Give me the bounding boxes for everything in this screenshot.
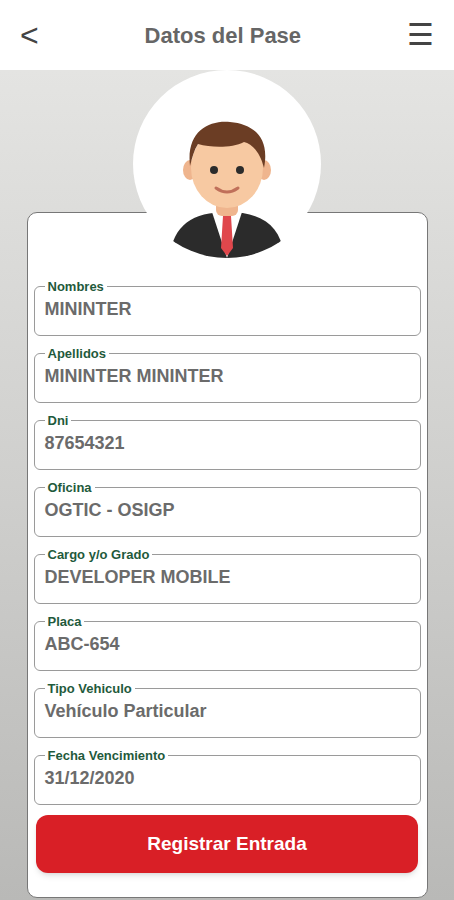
pass-field: Fecha Vencimiento31/12/2020	[34, 748, 421, 805]
field-value: MININTER MININTER	[45, 361, 410, 389]
field-label: Tipo Vehiculo	[45, 681, 135, 696]
back-button[interactable]: <	[20, 19, 39, 51]
field-label: Placa	[45, 614, 85, 629]
pass-field: ApellidosMININTER MININTER	[34, 346, 421, 403]
register-entry-button[interactable]: Registrar Entrada	[36, 815, 418, 873]
pass-field: Tipo VehiculoVehículo Particular	[34, 681, 421, 738]
field-label: Oficina	[45, 480, 95, 495]
pass-card: NombresMININTERApellidosMININTER MININTE…	[27, 212, 428, 898]
field-value: OGTIC - OSIGP	[45, 495, 410, 523]
field-label: Apellidos	[45, 346, 110, 361]
header-title: Datos del Pase	[145, 19, 302, 52]
pass-field: NombresMININTER	[34, 279, 421, 336]
field-value: 31/12/2020	[45, 763, 410, 791]
field-value: 87654321	[45, 428, 410, 456]
pass-field: OficinaOGTIC - OSIGP	[34, 480, 421, 537]
field-value: ABC-654	[45, 629, 410, 657]
menu-button[interactable]: ☰	[407, 20, 434, 50]
user-avatar-icon	[152, 108, 302, 258]
content: NombresMININTERApellidosMININTER MININTE…	[0, 70, 454, 900]
header: < Datos del Pase ☰	[0, 0, 454, 70]
field-label: Nombres	[45, 279, 107, 294]
field-value: MININTER	[45, 294, 410, 322]
field-value: DEVELOPER MOBILE	[45, 562, 410, 590]
field-value: Vehículo Particular	[45, 696, 410, 724]
field-label: Cargo y/o Grado	[45, 547, 153, 562]
pass-field: Cargo y/o GradoDEVELOPER MOBILE	[34, 547, 421, 604]
app: < Datos del Pase ☰ NombresMININTER Apellidos…	[0, 0, 454, 900]
pass-field: Dni87654321	[34, 413, 421, 470]
field-label: Dni	[45, 413, 72, 428]
field-label: Fecha Vencimiento	[45, 748, 169, 763]
avatar	[133, 70, 321, 258]
pass-field: PlacaABC-654	[34, 614, 421, 671]
